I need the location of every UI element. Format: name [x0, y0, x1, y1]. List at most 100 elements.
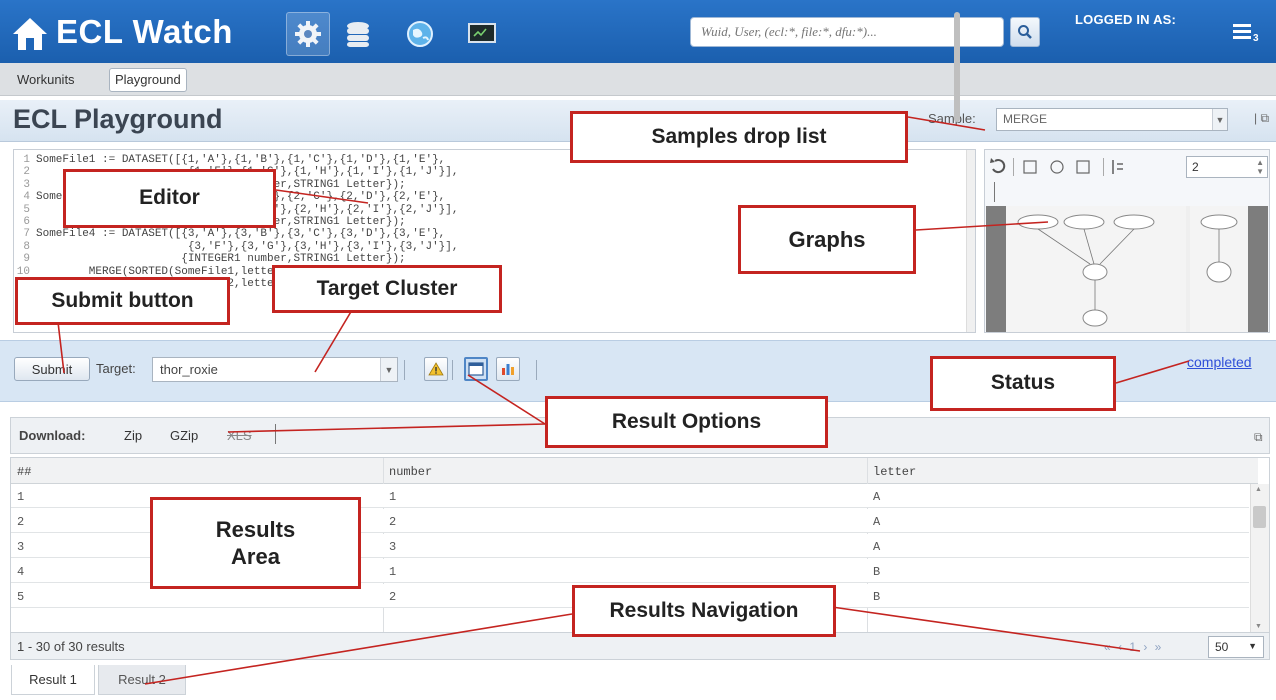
- callout-results-navigation: Results Navigation: [572, 585, 836, 637]
- search-icon: [1018, 25, 1032, 39]
- column-header-number[interactable]: number: [389, 465, 432, 479]
- results-grid-header: [11, 458, 1258, 484]
- table-cell: 2: [389, 590, 397, 604]
- table-cell: A: [873, 540, 881, 554]
- sample-select[interactable]: MERGE: [996, 108, 1228, 131]
- table-cell: A: [873, 490, 881, 504]
- code-text: {INTEGER1 number,STRING1 Letter});: [36, 253, 406, 266]
- tab-result-2[interactable]: Result 2: [98, 665, 186, 695]
- callout-result-options: Result Options: [545, 396, 828, 448]
- download-separator: [275, 424, 276, 444]
- tab-result-1[interactable]: Result 1: [11, 665, 95, 695]
- pager[interactable]: « ‹ 1 › »: [1104, 640, 1163, 654]
- toolbar-separator: [536, 360, 537, 380]
- editor-line: 7 SomeFile4 := DATASET([{3,'A'},{3,'B'},{…: [14, 228, 458, 240]
- download-label: Download:: [19, 428, 86, 443]
- line-number: 8: [23, 240, 30, 253]
- sample-label: Sample:: [928, 111, 976, 126]
- table-cell: 2: [17, 515, 25, 529]
- fit-icon[interactable]: [1023, 160, 1037, 174]
- table-cell: 2: [389, 515, 397, 529]
- table-cell: 5: [17, 590, 25, 604]
- download-zip[interactable]: Zip: [124, 428, 142, 443]
- line-number: 7: [23, 228, 30, 241]
- menu-icon[interactable]: 3: [1226, 16, 1266, 50]
- chevron-down-icon[interactable]: ▼: [1212, 109, 1227, 130]
- download-gzip[interactable]: GZip: [170, 428, 198, 443]
- app-title[interactable]: ECL Watch: [56, 13, 233, 51]
- depth-icon: [1112, 160, 1123, 174]
- editor-line: 8 {3,'F'},{3,'G'},{3,'H'},{3,'I'},{3,'J'…: [14, 241, 458, 253]
- toolbar-separator: [452, 360, 453, 380]
- table-cell: A: [873, 515, 881, 529]
- scroll-down-icon[interactable]: ▼: [1255, 623, 1262, 630]
- search-button[interactable]: [1010, 17, 1040, 47]
- results-view-button[interactable]: [464, 357, 488, 381]
- breadcrumb-workunits[interactable]: Workunits: [17, 72, 75, 87]
- callout-status: Status: [930, 356, 1116, 411]
- line-number: 9: [23, 253, 30, 266]
- graph-depth-input[interactable]: 2 ▲ ▼: [1186, 156, 1268, 178]
- line-number: 6: [23, 216, 30, 229]
- result-count: 1 - 30 of 30 results: [17, 639, 125, 654]
- table-cell: B: [873, 590, 881, 604]
- warning-icon: [428, 362, 444, 376]
- graph-canvas[interactable]: [986, 206, 1268, 332]
- bar-chart-icon: [502, 364, 514, 375]
- line-number: 2: [23, 166, 30, 179]
- zoom-to-fit-icon[interactable]: [1050, 160, 1064, 174]
- graph-depth-value: 2: [1192, 160, 1199, 174]
- table-cell: 1: [17, 490, 25, 504]
- editor-line: 9 {INTEGER1 number,STRING1 Letter});: [14, 253, 458, 265]
- scroll-up-icon[interactable]: ▲: [1255, 486, 1262, 493]
- table-icon: [468, 362, 484, 376]
- column-header-letter[interactable]: letter: [873, 465, 916, 479]
- status-link[interactable]: completed: [1187, 354, 1252, 370]
- line-number: 5: [23, 203, 30, 216]
- toolbar-separator: [404, 360, 405, 380]
- refresh-icon[interactable]: [990, 158, 1006, 174]
- page-title: ECL Playground: [13, 104, 223, 134]
- table-cell: 3: [17, 540, 25, 554]
- table-cell: 3: [389, 540, 397, 554]
- callout-target: Target Cluster: [272, 265, 502, 313]
- editor-scrollbar[interactable]: [966, 150, 975, 332]
- chart-button[interactable]: [496, 357, 520, 381]
- target-select[interactable]: thor_roxie: [152, 357, 398, 382]
- chevron-down-icon[interactable]: ▼: [380, 358, 397, 381]
- expand-icon[interactable]: [1076, 160, 1090, 174]
- database-icon[interactable]: [336, 12, 380, 56]
- column-header-index[interactable]: ##: [17, 465, 31, 479]
- line-number: 1: [23, 154, 30, 166]
- editor-scroll-thumb[interactable]: [954, 12, 960, 122]
- logged-in-label: LOGGED IN AS:: [1075, 12, 1177, 27]
- code-text: SomeFile1 := DATASET([{1,'A'},{1,'B'},{1…: [36, 154, 446, 166]
- restore-icon[interactable]: ⧉: [1254, 430, 1263, 445]
- callout-graphs: Graphs: [738, 205, 916, 274]
- table-cell: 1: [389, 490, 397, 504]
- monitor-icon[interactable]: [460, 12, 504, 56]
- callout-submit: Submit button: [15, 277, 230, 325]
- warning-button[interactable]: [424, 357, 448, 381]
- table-cell: 1: [389, 565, 397, 579]
- line-number: 3: [23, 178, 30, 191]
- page-size-select[interactable]: 50 ▼: [1208, 636, 1264, 658]
- callout-results-area: Results Area: [150, 497, 361, 589]
- stepper-icon[interactable]: ▲ ▼: [1256, 158, 1264, 176]
- gear-icon[interactable]: [286, 12, 330, 56]
- submit-button[interactable]: Submit: [14, 357, 90, 381]
- code-text: SomeFile4 := DATASET([{3,'A'},{3,'B'},{3…: [36, 228, 446, 241]
- restore-icon[interactable]: | ⧉: [1254, 111, 1269, 126]
- code-text: {3,'F'},{3,'G'},{3,'H'},{3,'I'},{3,'J'}]…: [36, 240, 459, 253]
- target-label: Target:: [96, 361, 136, 376]
- editor-line: 1 SomeFile1 := DATASET([{1,'A'},{1,'B'},{…: [14, 154, 458, 166]
- download-xls[interactable]: XLS: [227, 428, 252, 443]
- table-cell: B: [873, 565, 881, 579]
- grid-scroll-thumb[interactable]: [1253, 506, 1266, 528]
- chevron-down-icon: ▼: [1248, 641, 1257, 651]
- breadcrumb-playground[interactable]: Playground: [109, 68, 187, 92]
- callout-samples: Samples drop list: [570, 111, 908, 163]
- table-cell: 4: [17, 565, 25, 579]
- home-icon[interactable]: [10, 14, 50, 54]
- globe-icon[interactable]: [398, 12, 442, 56]
